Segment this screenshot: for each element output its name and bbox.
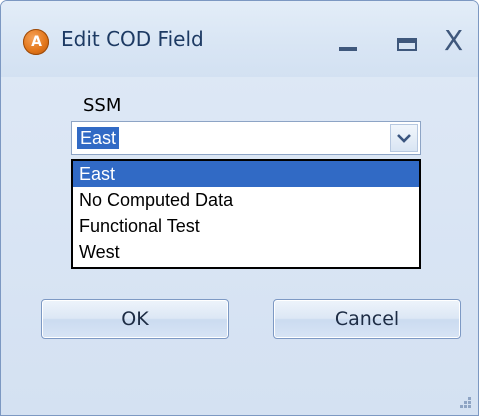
- ssm-combobox-value[interactable]: East: [77, 127, 120, 149]
- ssm-combobox[interactable]: East: [71, 121, 421, 155]
- maximize-button[interactable]: [385, 21, 429, 61]
- edit-cod-field-dialog: A Edit COD Field X SSM East East No Comp…: [0, 0, 479, 416]
- option-functional-test[interactable]: Functional Test: [73, 213, 419, 239]
- option-west[interactable]: West: [73, 239, 419, 265]
- resize-grip-icon[interactable]: [458, 395, 472, 409]
- ok-button[interactable]: OK: [41, 299, 229, 339]
- minimize-button[interactable]: [327, 21, 371, 61]
- app-logo-icon: A: [23, 29, 49, 55]
- window-title: Edit COD Field: [61, 27, 204, 51]
- ssm-dropdown-list[interactable]: East No Computed Data Functional Test We…: [71, 159, 421, 269]
- maximize-icon: [397, 38, 417, 51]
- chevron-down-icon: [397, 134, 411, 143]
- title-bar[interactable]: A Edit COD Field X: [1, 1, 478, 77]
- minimize-icon: [339, 47, 357, 51]
- option-east[interactable]: East: [73, 161, 419, 187]
- dropdown-toggle-button[interactable]: [390, 124, 418, 152]
- ssm-field-label: SSM: [83, 95, 122, 116]
- close-button[interactable]: X: [433, 21, 477, 61]
- cancel-button[interactable]: Cancel: [273, 299, 461, 339]
- close-icon: X: [444, 24, 464, 57]
- option-no-computed-data[interactable]: No Computed Data: [73, 187, 419, 213]
